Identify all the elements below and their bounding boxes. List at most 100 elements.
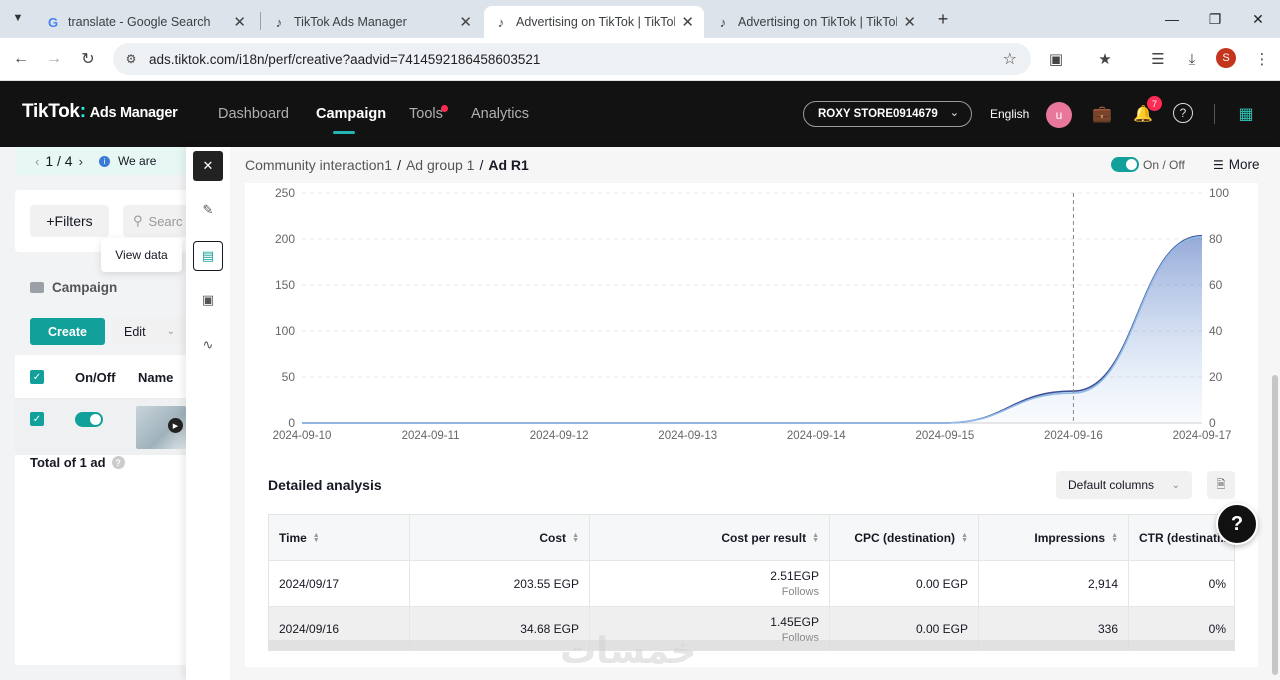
create-button[interactable]: Create — [30, 318, 105, 345]
browser-menu-icon[interactable]: ⋮ — [1251, 48, 1273, 70]
address-bar[interactable]: ⚙ ads.tiktok.com/i18n/perf/creative?aadv… — [113, 43, 1031, 75]
export-file-icon[interactable]: 🗎 — [1207, 471, 1235, 499]
nav-dashboard[interactable]: Dashboard — [218, 106, 289, 122]
help-floating-button[interactable]: ? — [1216, 503, 1258, 545]
breadcrumb-adgroup[interactable]: Ad group 1 — [406, 157, 475, 173]
row-checkbox[interactable]: ✓ — [30, 412, 44, 426]
profile-avatar[interactable]: S — [1216, 48, 1236, 68]
view-data-chart-icon[interactable]: ▤ — [193, 241, 223, 271]
campaign-label-text: Campaign — [52, 280, 118, 295]
table-row[interactable]: ✓ ▶ — [15, 399, 186, 455]
breadcrumb: Community interaction1 / Ad group 1 / Ad… — [245, 157, 529, 173]
reload-icon[interactable]: ↻ — [76, 47, 100, 71]
tiktok-icon: ♪ — [497, 14, 505, 30]
sort-icon[interactable]: ▲ ▼ — [961, 532, 968, 544]
account-selector[interactable]: ROXY STORE0914679 ⌄ — [803, 101, 972, 127]
new-tab-plus-icon[interactable]: + — [934, 8, 952, 30]
notification-badge: 7 — [1147, 96, 1162, 111]
page-scrollbar[interactable] — [1272, 375, 1278, 675]
sort-icon[interactable]: ▲ ▼ — [572, 532, 579, 544]
nav-analytics[interactable]: Analytics — [471, 106, 529, 122]
cpr-result-type: Follows — [781, 586, 819, 598]
edit-dropdown[interactable]: Edit ⌄ — [112, 318, 187, 345]
th-cost-label: Cost — [539, 530, 567, 545]
x-tick-label: 2024-09-13 — [658, 430, 717, 442]
user-avatar[interactable]: u — [1046, 102, 1072, 128]
browser-tab-3-active[interactable]: ♪ Advertising on TikTok | TikTok A ✕ — [484, 6, 704, 38]
onoff-toggle[interactable] — [1111, 157, 1139, 172]
help-circle-icon[interactable]: ? — [1173, 103, 1193, 123]
campaign-section-label[interactable]: Campaign — [30, 280, 117, 295]
sort-icon[interactable]: ▲ ▼ — [1111, 532, 1118, 544]
sort-icon[interactable]: ▲ ▼ — [313, 532, 320, 544]
briefcase-icon[interactable]: 💼 — [1091, 103, 1113, 125]
nav-campaign[interactable]: Campaign — [316, 106, 386, 122]
tiktok-ads-logo[interactable]: TikTok: Ads Manager — [22, 101, 178, 123]
play-icon[interactable]: ▶ — [168, 418, 183, 433]
google-icon: G — [47, 14, 59, 30]
filters-label: Filters — [54, 213, 93, 229]
favorites-star-icon[interactable]: ★ — [1094, 48, 1116, 70]
close-tab-icon[interactable]: ✕ — [903, 13, 916, 31]
close-tab-icon[interactable]: ✕ — [681, 13, 694, 31]
address-url[interactable]: ads.tiktok.com/i18n/perf/creative?aadvid… — [149, 52, 540, 67]
th-cost-per-result[interactable]: Cost per result ▲ ▼ — [590, 515, 830, 560]
document-icon[interactable]: ▣ — [193, 285, 223, 315]
breadcrumb-separator: / — [479, 157, 484, 173]
columns-select[interactable]: Default columns ⌄ — [1056, 471, 1192, 499]
edit-pencil-icon[interactable]: ✎ — [193, 195, 223, 225]
series-area — [302, 235, 1202, 423]
nav-tools[interactable]: Tools — [409, 106, 443, 122]
language-selector[interactable]: English — [990, 107, 1029, 121]
th-cpc[interactable]: CPC (destination) ▲ ▼ — [830, 515, 979, 560]
window-close-icon[interactable]: ✕ — [1246, 8, 1270, 30]
bookmark-star-icon[interactable]: ☆ — [1003, 49, 1017, 69]
close-tab-icon[interactable]: ✕ — [233, 13, 246, 31]
media-playlist-icon[interactable]: ☰ — [1147, 48, 1169, 70]
browser-toolbar: ← → ↻ ⚙ ads.tiktok.com/i18n/perf/creativ… — [0, 38, 1280, 81]
filters-button[interactable]: + Filters — [30, 205, 109, 237]
site-settings-icon[interactable]: ⚙ — [123, 52, 139, 66]
ad-thumbnail[interactable]: ▶ — [136, 406, 186, 449]
th-impressions[interactable]: Impressions ▲ ▼ — [979, 515, 1129, 560]
maximize-icon[interactable]: ❐ — [1203, 8, 1227, 30]
table-row[interactable]: 2024/09/17 203.55 EGP 2.51EGP Follows 0.… — [269, 561, 1234, 607]
browser-tab-2[interactable]: ♪ TikTok Ads Manager ✕ — [262, 6, 482, 38]
search-input[interactable]: ⚲ Searc — [123, 205, 195, 237]
more-menu-button[interactable]: ☰ More — [1213, 157, 1260, 172]
cpr-value: 1.45EGP — [770, 614, 819, 629]
col-onoff[interactable]: On/Off — [75, 370, 115, 385]
onoff-switch[interactable]: On / Off — [1111, 157, 1185, 172]
cell-impressions: 2,914 — [979, 561, 1129, 606]
announcement-text[interactable]: We are — [118, 154, 156, 168]
extensions-puzzle-icon[interactable]: ▣ — [1045, 48, 1067, 70]
back-arrow-icon[interactable]: ← — [9, 47, 33, 71]
performance-chart-card: 0 50 100 150 200 250 0 20 40 60 80 100 2024-09-10 202… — [245, 183, 1258, 457]
announcement-bar: ‹ 1 / 4 › i We are — [15, 147, 195, 175]
search-placeholder: Searc — [148, 213, 183, 229]
select-all-checkbox[interactable]: ✓ — [30, 370, 44, 384]
sort-icon[interactable]: ▲ ▼ — [812, 532, 819, 544]
cell-cpc: 0.00 EGP — [830, 561, 979, 606]
browser-tab-4[interactable]: ♪ Advertising on TikTok | TikTok A ✕ — [706, 6, 926, 38]
th-cost[interactable]: Cost ▲ ▼ — [410, 515, 590, 560]
store-icon[interactable]: ▦ — [1235, 103, 1257, 125]
close-drawer-icon[interactable]: ✕ — [193, 151, 223, 181]
close-tab-icon[interactable]: ✕ — [459, 13, 472, 31]
activity-log-icon[interactable]: ∿ — [193, 330, 223, 360]
th-time[interactable]: Time ▲ ▼ — [269, 515, 410, 560]
folder-icon — [30, 282, 44, 293]
download-icon[interactable]: ⤓ — [1181, 48, 1203, 70]
table-horizontal-scrollbar[interactable] — [269, 640, 1234, 650]
question-icon[interactable]: ? — [111, 456, 125, 469]
browser-tab-1[interactable]: G translate - Google Search ✕ — [36, 6, 256, 38]
minimize-icon[interactable]: — — [1160, 8, 1184, 30]
col-name[interactable]: Name — [138, 370, 173, 385]
breadcrumb-campaign[interactable]: Community interaction1 — [245, 157, 392, 173]
tab-search-chevron-icon[interactable]: ▼ — [6, 6, 30, 30]
ad-status-toggle[interactable] — [75, 412, 103, 427]
forward-arrow-icon[interactable]: → — [42, 47, 66, 71]
y-left-tick-label: 150 — [275, 278, 295, 292]
performance-chart[interactable]: 0 50 100 150 200 250 0 20 40 60 80 100 2024-09-10 202… — [245, 183, 1258, 457]
cpr-stack: 2.51EGP Follows — [770, 569, 819, 598]
